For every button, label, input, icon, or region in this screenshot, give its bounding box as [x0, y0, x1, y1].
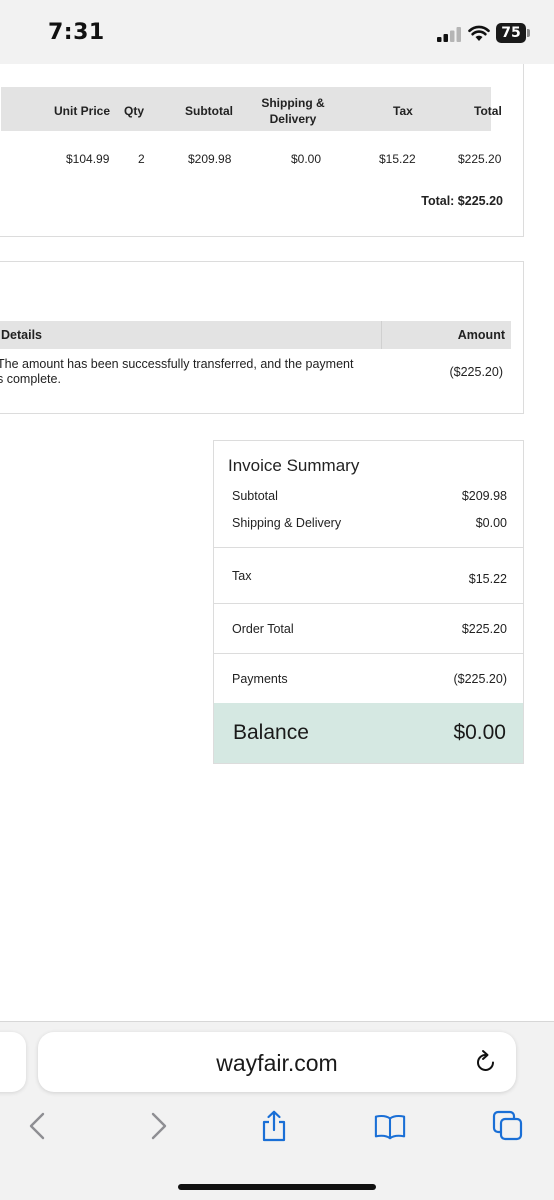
balance-row: Balance $0.00	[214, 703, 523, 763]
payment-details-header: Details Amount	[0, 321, 511, 349]
battery-icon: 75	[496, 23, 530, 43]
back-icon[interactable]	[22, 1110, 54, 1142]
web-content: Unit Price Qty Subtotal Shipping & Deliv…	[0, 64, 554, 1021]
summary-row-payments: Payments ($225.20)	[214, 654, 523, 703]
forward-icon[interactable]	[142, 1110, 174, 1142]
balance-label: Balance	[233, 721, 309, 744]
tax-label: Tax	[232, 569, 252, 583]
cell-shipping: $0.00	[291, 152, 322, 166]
order-total-value: $225.20	[461, 622, 507, 636]
share-icon[interactable]	[258, 1110, 290, 1142]
cell-subtotal: $209.98	[188, 152, 232, 166]
url-text: wayfair.com	[216, 1050, 338, 1076]
previous-tab-preview[interactable]	[0, 1032, 26, 1092]
order-items-card: Unit Price Qty Subtotal Shipping & Deliv…	[0, 64, 524, 237]
wifi-icon	[468, 25, 490, 41]
summary-row-order-total: Order Total $225.20	[214, 604, 523, 654]
subtotal-label: Subtotal	[232, 489, 278, 503]
cell-total: $225.20	[458, 152, 502, 166]
payments-value: ($225.20)	[453, 672, 507, 686]
address-bar[interactable]: wayfair.com	[38, 1032, 516, 1092]
battery-level: 75	[496, 23, 526, 43]
header-unit-price: Unit Price	[54, 104, 111, 118]
shipping-label: Shipping & Delivery	[232, 516, 342, 530]
header-shipping: Shipping & Delivery	[261, 96, 325, 126]
payments-label: Payments	[232, 672, 288, 686]
payment-description: The amount has been successfully transfe…	[0, 357, 354, 386]
status-bar: 7:31 75	[0, 0, 554, 64]
subtotal-value: $209.98	[461, 489, 507, 503]
header-qty: Qty	[124, 104, 145, 118]
header-subtotal: Subtotal	[185, 104, 233, 118]
header-tax: Tax	[393, 104, 413, 118]
cell-qty: 2	[138, 152, 145, 166]
payment-amount: ($225.20)	[449, 365, 503, 379]
status-time: 7:31	[48, 20, 105, 45]
invoice-summary-card: Invoice Summary Subtotal $209.98 Shippin…	[213, 440, 524, 764]
shipping-value: $0.00	[475, 516, 507, 530]
order-grand-total: Total: $225.20	[421, 194, 503, 208]
summary-row-subtotal-shipping: Subtotal $209.98 Shipping & Delivery $0.…	[214, 441, 523, 548]
browser-toolbar: wayfair.com	[0, 1021, 554, 1200]
home-indicator[interactable]	[178, 1184, 376, 1190]
order-total-label: Order Total	[232, 622, 294, 636]
tax-value: $15.22	[468, 572, 507, 586]
tabs-icon[interactable]	[492, 1110, 524, 1142]
cellular-signal-icon	[437, 27, 461, 42]
header-total: Total	[474, 104, 502, 118]
cell-unit-price: $104.99	[66, 152, 110, 166]
reload-icon[interactable]	[474, 1049, 498, 1075]
header-amount: Amount	[457, 328, 505, 342]
header-details: Details	[1, 328, 42, 342]
balance-value: $0.00	[453, 721, 506, 744]
bookmarks-icon[interactable]	[374, 1110, 406, 1142]
summary-row-tax: Tax $15.22	[214, 548, 523, 604]
payment-details-card: Details Amount The amount has been succe…	[0, 261, 524, 414]
cell-tax: $15.22	[379, 152, 416, 166]
